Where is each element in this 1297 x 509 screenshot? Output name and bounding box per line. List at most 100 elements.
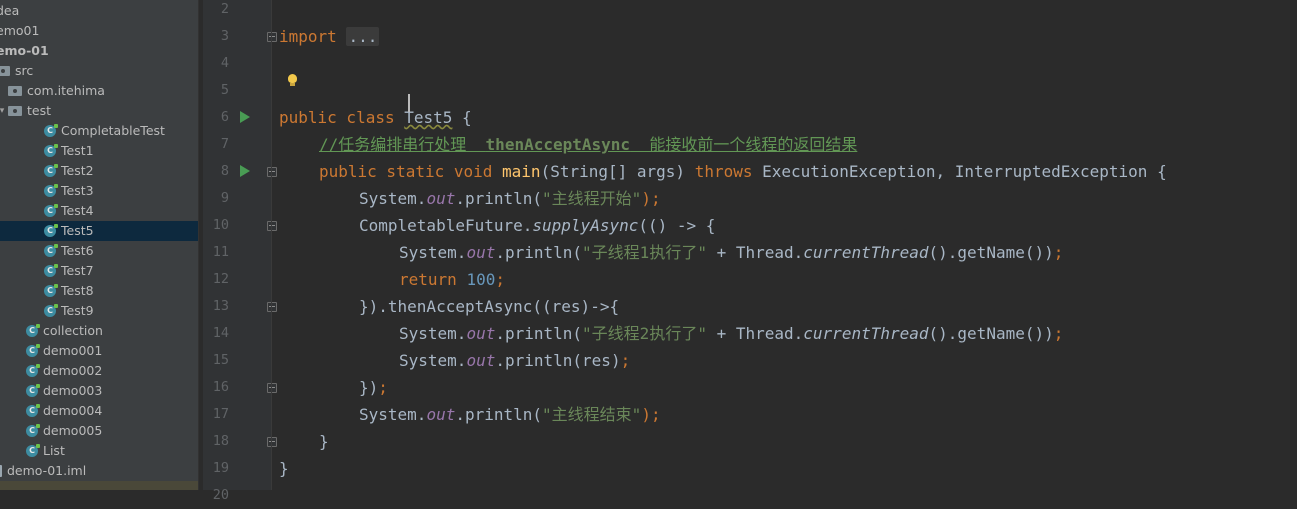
folder-icon: [8, 86, 22, 96]
tree-item-demo001[interactable]: Cdemo001: [0, 341, 198, 361]
tree-item-emo-01[interactable]: emo-01: [0, 41, 198, 61]
code-token: ().getName()): [928, 243, 1054, 262]
java-class-icon: C: [44, 184, 58, 197]
java-class-icon: C: [26, 324, 40, 337]
tree-item-completabletest[interactable]: C CompletableTest: [0, 121, 198, 141]
code-line-6[interactable]: public class Test5 {: [279, 104, 472, 131]
tree-item-test4[interactable]: C Test4: [0, 201, 198, 221]
java-class-icon: C: [44, 264, 58, 277]
java-class-icon: C: [44, 124, 58, 137]
line-number: 7: [220, 136, 229, 152]
line-number: 12: [212, 271, 229, 287]
tree-item-test6[interactable]: C Test6: [0, 241, 198, 261]
code-line-10[interactable]: CompletableFuture.supplyAsync(() -> {: [359, 212, 715, 239]
code-token: ;: [1053, 324, 1064, 343]
tree-item-test[interactable]: ▾ test: [0, 101, 198, 121]
tree-item-test1[interactable]: C Test1: [0, 141, 198, 161]
code-token: System.: [399, 243, 467, 262]
code-token: ExecutionException, InterruptedException…: [762, 162, 1167, 181]
tree-item-label: demo003: [43, 383, 103, 398]
tree-item-label: emo-01: [0, 43, 49, 58]
code-token: out: [426, 189, 456, 208]
project-tree[interactable]: deaemo01emo-01▾srccom.itehima▾testCCompl…: [0, 0, 198, 490]
line-number: 20: [212, 487, 229, 503]
run-gutter-icon[interactable]: [240, 165, 250, 177]
line-number: 19: [212, 460, 229, 476]
tree-item-test8[interactable]: C Test8: [0, 281, 198, 301]
tree-item-emo01[interactable]: emo01: [0, 21, 198, 41]
tree-item-label: src: [15, 63, 34, 78]
tree-item-label: Test2: [61, 163, 94, 178]
tree-item-label: emo01: [0, 23, 40, 38]
code-token: .println(: [495, 243, 583, 262]
code-line-8[interactable]: public static void main(String[] args) t…: [319, 158, 1167, 185]
tree-item-test3[interactable]: C Test3: [0, 181, 198, 201]
code-token: supplyAsync: [532, 216, 639, 235]
tree-item-collection[interactable]: Ccollection: [0, 321, 198, 341]
tree-item-test9[interactable]: C Test9: [0, 301, 198, 321]
code-token: out: [466, 243, 496, 262]
line-number: 10: [212, 217, 229, 233]
code-token: ;: [378, 378, 388, 397]
code-line-11[interactable]: System.out.println("子线程1执行了" + Thread.cu…: [399, 239, 1063, 266]
code-token: CompletableFuture.: [359, 216, 533, 235]
code-token: 100: [466, 270, 496, 289]
editor-gutter[interactable]: 2 3 4 5 6 7 8 9 10 11 12 13 14 15 16 17 18 19 20: [203, 0, 277, 503]
intention-bulb-icon[interactable]: [288, 74, 297, 83]
code-token: ;: [1053, 243, 1064, 262]
code-line-13[interactable]: }).thenAcceptAsync((res)->{: [359, 293, 619, 320]
java-class-icon: C: [26, 384, 40, 397]
code-editor[interactable]: import ... public class Test5 {//任务编排串行处理…: [272, 0, 1297, 490]
line-number: 15: [212, 352, 229, 368]
tree-item-test7[interactable]: C Test7: [0, 261, 198, 281]
tree-item-demo003[interactable]: Cdemo003: [0, 381, 198, 401]
code-token: currentThread: [803, 243, 929, 262]
expand-arrow-icon[interactable]: ▾: [0, 101, 8, 121]
code-token: thenAcceptAsync: [485, 135, 631, 154]
run-gutter-icon[interactable]: [240, 111, 250, 123]
code-token: }: [279, 459, 289, 478]
tree-bottom-strip: [0, 481, 198, 490]
tree-item-demo-01-iml[interactable]: demo-01.iml: [0, 461, 198, 481]
tree-item-test2[interactable]: C Test2: [0, 161, 198, 181]
code-line-3[interactable]: import ...: [279, 23, 380, 50]
code-token: "子线程1执行了": [582, 243, 707, 262]
tree-item-label: Test8: [61, 283, 94, 298]
tree-item-label: demo005: [43, 423, 103, 438]
tree-item-label: demo-01.iml: [7, 463, 87, 478]
line-number: 18: [212, 433, 229, 449]
code-line-19[interactable]: }: [279, 455, 289, 482]
code-token: .println(res): [495, 351, 621, 370]
code-token: out: [426, 405, 456, 424]
tree-item-dea[interactable]: dea: [0, 1, 198, 21]
code-token: ;: [495, 270, 505, 289]
code-token: public static void: [319, 162, 503, 181]
tree-item-src[interactable]: ▾src: [0, 61, 198, 81]
code-token: System.: [399, 324, 467, 343]
tree-item-demo004[interactable]: Cdemo004: [0, 401, 198, 421]
code-line-17[interactable]: System.out.println("主线程结束");: [359, 401, 661, 428]
code-line-18[interactable]: }: [319, 428, 329, 455]
java-class-icon: C: [26, 364, 40, 377]
code-line-9[interactable]: System.out.println("主线程开始");: [359, 185, 661, 212]
tree-item-com-itehima[interactable]: com.itehima: [0, 81, 198, 101]
code-line-7[interactable]: //任务编排串行处理 thenAcceptAsync 能接收前一个线程的返回结果: [319, 131, 857, 158]
code-line-16[interactable]: });: [359, 374, 388, 401]
code-token: .println(: [455, 189, 543, 208]
tree-item-label: Test9: [61, 303, 94, 318]
tree-item-list[interactable]: C List: [0, 441, 198, 461]
tree-item-demo002[interactable]: Cdemo002: [0, 361, 198, 381]
tree-item-label: Test1: [61, 143, 94, 158]
tree-item-demo005[interactable]: Cdemo005: [0, 421, 198, 441]
code-line-14[interactable]: System.out.println("子线程2执行了" + Thread.cu…: [399, 320, 1063, 347]
code-line-12[interactable]: return 100;: [399, 266, 505, 293]
java-class-icon: C: [44, 164, 58, 177]
code-line-15[interactable]: System.out.println(res);: [399, 347, 630, 374]
tree-item-test5[interactable]: C Test5: [0, 221, 198, 241]
java-class-icon: C: [44, 144, 58, 157]
tree-item-label: demo001: [43, 343, 103, 358]
line-number: 14: [212, 325, 229, 341]
code-token: .println(: [455, 405, 543, 424]
tree-item-label: Test7: [61, 263, 94, 278]
code-token: + Thread.: [706, 243, 804, 262]
